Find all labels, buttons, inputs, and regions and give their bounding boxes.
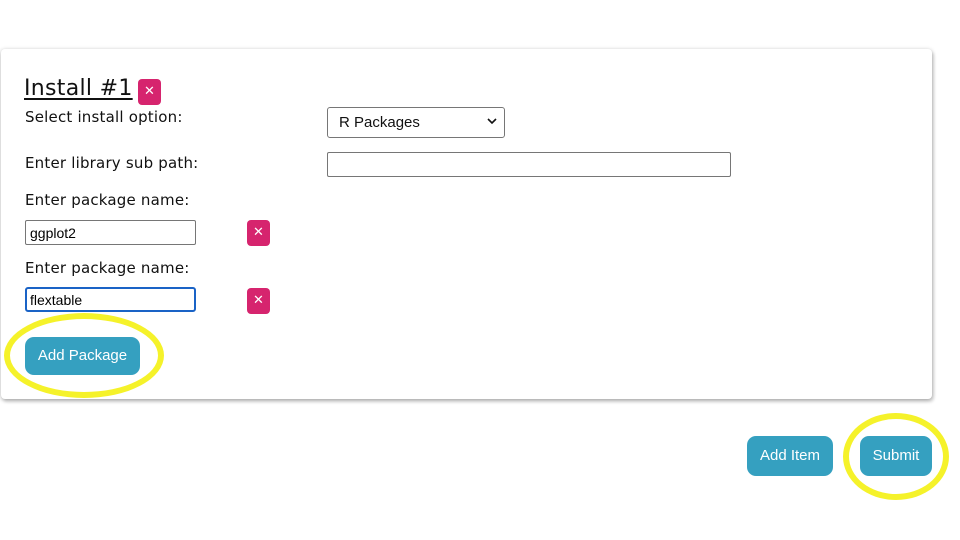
remove-package-button[interactable]: ✕: [247, 220, 270, 246]
package-name-label: Enter package name:: [25, 191, 190, 209]
close-icon: ✕: [253, 293, 264, 308]
install-option-label: Select install option:: [25, 108, 183, 126]
chevron-down-icon: [487, 118, 497, 125]
package-name-input[interactable]: [25, 287, 196, 312]
submit-button[interactable]: Submit: [860, 436, 932, 476]
library-path-label: Enter library sub path:: [25, 154, 199, 172]
page: Install #1 ✕ Select install option: R Pa…: [0, 0, 960, 540]
add-item-button[interactable]: Add Item: [747, 436, 833, 476]
close-icon: ✕: [144, 84, 155, 99]
install-title: Install #1: [24, 76, 133, 101]
close-icon: ✕: [253, 225, 264, 240]
remove-install-button[interactable]: ✕: [138, 79, 161, 105]
remove-package-button[interactable]: ✕: [247, 288, 270, 314]
install-option-value: R Packages: [339, 114, 420, 131]
package-name-label: Enter package name:: [25, 259, 190, 277]
library-path-input[interactable]: [327, 152, 731, 177]
package-name-input[interactable]: [25, 220, 196, 245]
add-package-button[interactable]: Add Package: [25, 337, 140, 375]
install-option-select[interactable]: R Packages: [327, 107, 505, 138]
